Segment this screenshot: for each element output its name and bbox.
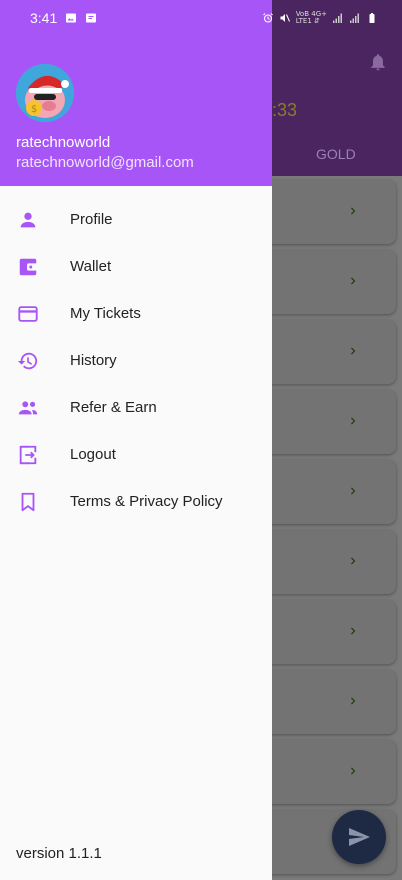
bell-icon[interactable] [368,52,388,72]
chevron-right-icon [351,627,356,635]
chevron-right-icon [351,347,356,355]
person-icon [16,208,40,232]
menu-item-wallet[interactable]: Wallet [0,243,272,290]
menu-item-logout[interactable]: Logout [0,431,272,478]
drawer-menu: Profile Wallet My Tickets History Refer … [0,196,272,525]
svg-text:$: $ [31,104,37,115]
user-name: ratechnoworld [16,134,111,151]
menu-item-refer-earn[interactable]: Refer & Earn [0,384,272,431]
list-item[interactable] [262,530,396,594]
list-item[interactable] [262,670,396,734]
menu-item-history[interactable]: History [0,337,272,384]
chevron-right-icon [351,697,356,705]
menu-item-label: Wallet [70,258,112,275]
menu-item-label: Logout [70,446,116,463]
signal-icon [333,13,342,23]
list-item[interactable] [262,600,396,664]
avatar[interactable]: $ [16,64,74,122]
chat-notification-icon [86,13,97,23]
status-bar: 3:41 VoB 4G+ LTE1 ⇵ [0,0,402,36]
wallet-icon [16,255,40,279]
list-item[interactable] [262,320,396,384]
chevron-right-icon [351,277,356,285]
list-item[interactable] [262,180,396,244]
menu-item-my-tickets[interactable]: My Tickets [0,290,272,337]
list-item[interactable] [262,740,396,804]
alarm-icon [262,13,273,23]
ticket-card-icon [16,302,40,326]
image-notification-icon [66,13,77,23]
menu-item-label: History [70,352,117,369]
avatar-image: $ [16,64,74,122]
app-version: version 1.1.1 [16,845,102,862]
status-time: 3:41 [30,10,58,26]
network-lte-label: LTE1 ⇵ [295,17,320,25]
chevron-right-icon [351,417,356,425]
list-item[interactable] [262,390,396,454]
user-email: ratechnoworld@gmail.com [16,154,194,171]
menu-item-terms-privacy[interactable]: Terms & Privacy Policy [0,478,272,525]
logout-icon [16,443,40,467]
list-item[interactable] [262,250,396,314]
menu-item-label: My Tickets [70,305,141,322]
chevron-right-icon [351,767,356,775]
chevron-right-icon [351,557,356,565]
chevron-right-icon [351,207,356,215]
chevron-right-icon [351,487,356,495]
bookmark-icon [16,490,40,514]
send-icon [349,828,370,846]
tab-gold[interactable]: GOLD [316,146,356,162]
people-icon [16,396,40,420]
history-icon [16,349,40,373]
menu-item-profile[interactable]: Profile [0,196,272,243]
battery-icon [369,13,375,23]
menu-item-label: Refer & Earn [70,399,157,416]
signal-2-icon [350,13,359,23]
navigation-drawer: $ ratechnoworld ratechnoworld@gmail.com … [0,0,272,880]
mute-icon [280,14,290,22]
send-fab-button[interactable] [332,810,386,864]
menu-item-label: Profile [70,211,113,228]
list-item[interactable] [262,460,396,524]
menu-item-label: Terms & Privacy Policy [70,493,223,510]
